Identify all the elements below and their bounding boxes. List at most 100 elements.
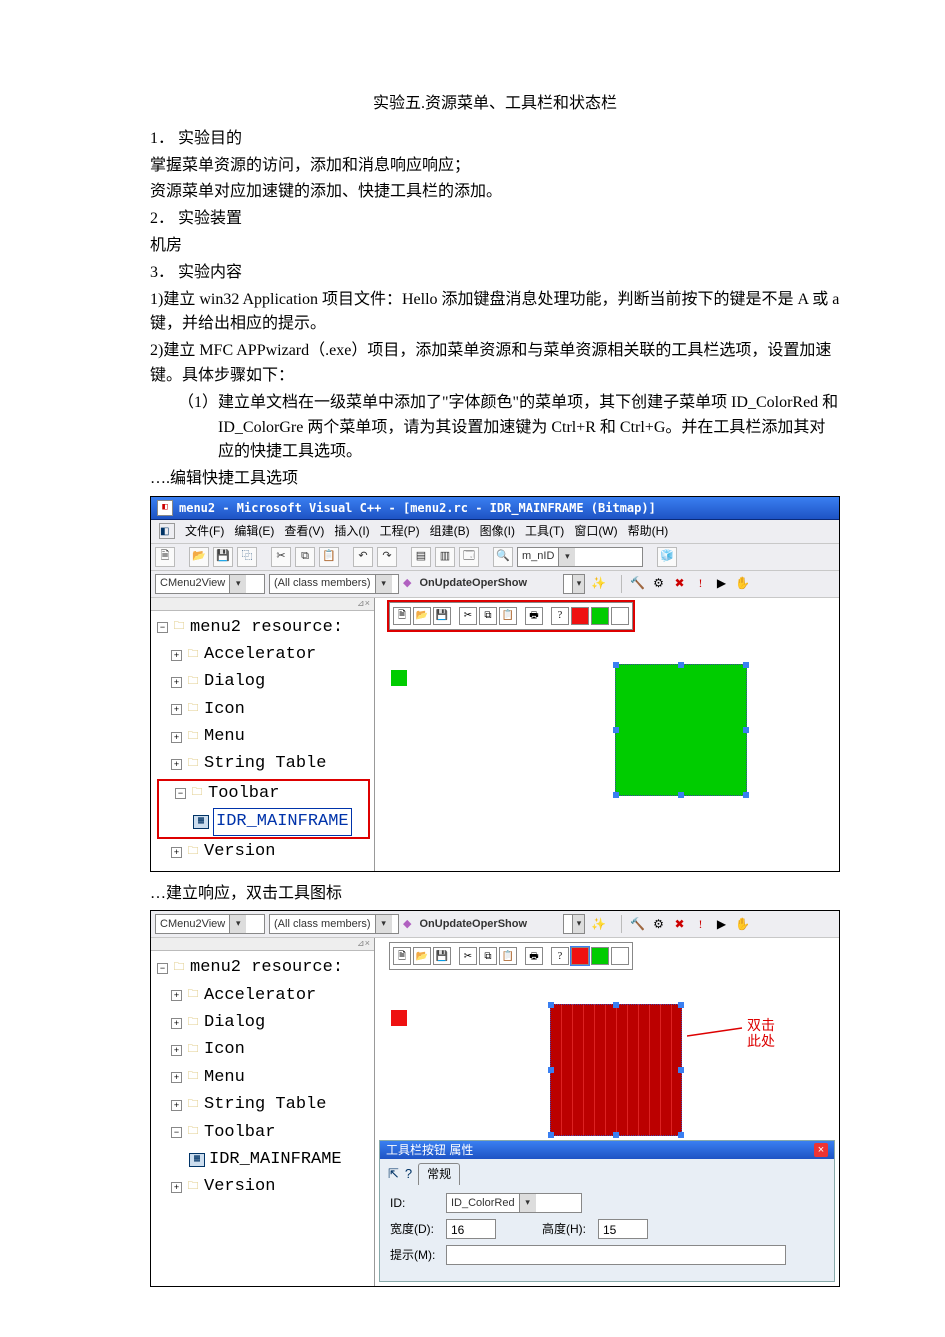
tree-root[interactable]: menu2 resource: bbox=[190, 955, 343, 981]
open-icon[interactable]: 📂 bbox=[413, 947, 431, 965]
build-icon[interactable]: 🔨 bbox=[628, 575, 646, 593]
tree-item[interactable]: String Table bbox=[204, 751, 326, 777]
paste-icon[interactable]: 📋 bbox=[319, 547, 339, 567]
menu-item[interactable]: 插入(I) bbox=[334, 522, 369, 541]
chevron-down-icon[interactable]: ▾ bbox=[229, 915, 246, 933]
execute-icon[interactable]: ! bbox=[691, 575, 709, 593]
resource-tree[interactable]: ⊿× −🗀menu2 resource: +🗀Accelerator +🗀Dia… bbox=[151, 938, 375, 1286]
about-icon[interactable]: ? bbox=[551, 947, 569, 965]
tree-item[interactable]: Icon bbox=[204, 697, 245, 723]
pin-icon[interactable]: ⇱ bbox=[388, 1164, 399, 1184]
go-icon[interactable]: ▶ bbox=[712, 575, 730, 593]
plus-icon[interactable]: + bbox=[171, 1018, 182, 1029]
new-icon[interactable]: 🗎 bbox=[155, 547, 175, 567]
close-icon[interactable]: × bbox=[365, 598, 370, 610]
copy-icon[interactable]: ⧉ bbox=[295, 547, 315, 567]
breakpoint-icon[interactable]: ✋ bbox=[733, 915, 751, 933]
save-icon[interactable]: 💾 bbox=[213, 547, 233, 567]
tree-item[interactable]: Menu bbox=[204, 1065, 245, 1091]
menu-item[interactable]: 编辑(E) bbox=[234, 522, 274, 541]
help-icon[interactable]: ? bbox=[405, 1164, 412, 1184]
filter-combo[interactable]: (All class members) ▾ bbox=[269, 574, 399, 594]
pane-tabs[interactable]: ⊿× bbox=[151, 598, 374, 611]
compile-icon[interactable]: ⚙ bbox=[649, 915, 667, 933]
tree-root[interactable]: menu2 resource: bbox=[190, 615, 343, 641]
tree-item[interactable]: Dialog bbox=[204, 1010, 265, 1036]
chevron-down-icon[interactable]: ▾ bbox=[558, 548, 575, 566]
cut-icon[interactable]: ✂ bbox=[459, 607, 477, 625]
plus-icon[interactable]: + bbox=[171, 1100, 182, 1111]
plus-icon[interactable]: + bbox=[171, 1045, 182, 1056]
member-combo[interactable]: OnUpdateOperShow bbox=[415, 915, 559, 933]
execute-icon[interactable]: ! bbox=[691, 915, 709, 933]
plus-icon[interactable]: + bbox=[171, 650, 182, 661]
plus-icon[interactable]: + bbox=[171, 704, 182, 715]
cut-icon[interactable]: ✂ bbox=[459, 947, 477, 965]
about-icon[interactable]: ? bbox=[551, 607, 569, 625]
swatch-red-large[interactable] bbox=[550, 1004, 682, 1136]
find-combo[interactable]: m_nID ▾ bbox=[517, 547, 643, 567]
chevron-down-icon[interactable]: ▾ bbox=[229, 575, 246, 593]
minus-icon[interactable]: − bbox=[171, 1127, 182, 1138]
prop-height-input[interactable]: 15 bbox=[598, 1219, 648, 1239]
minus-icon[interactable]: − bbox=[157, 622, 168, 633]
chevron-down-icon[interactable]: ▾ bbox=[375, 575, 392, 593]
prop-id-combo[interactable]: ID_ColorRed ▾ bbox=[446, 1193, 582, 1213]
pane-tabs[interactable]: ⊿× bbox=[151, 938, 374, 951]
plus-icon[interactable]: + bbox=[171, 732, 182, 743]
save-icon[interactable]: 💾 bbox=[433, 947, 451, 965]
close-icon[interactable]: × bbox=[365, 938, 370, 950]
wand-icon[interactable]: ✨ bbox=[589, 575, 607, 593]
chevron-down-icon[interactable]: ▾ bbox=[572, 915, 584, 933]
menu-item[interactable]: 工具(T) bbox=[525, 522, 564, 541]
tree-item[interactable]: Toolbar bbox=[204, 1120, 275, 1146]
dock-icon[interactable]: ⊿ bbox=[357, 938, 365, 950]
tab-general[interactable]: 常规 bbox=[418, 1163, 460, 1185]
paste-icon[interactable]: 📋 bbox=[499, 607, 517, 625]
tree-item[interactable]: Toolbar bbox=[208, 781, 279, 807]
close-icon[interactable]: × bbox=[814, 1143, 828, 1157]
tree-item[interactable]: Accelerator bbox=[204, 642, 316, 668]
open-icon[interactable]: 📂 bbox=[189, 547, 209, 567]
plus-icon[interactable]: + bbox=[171, 1182, 182, 1193]
copy-icon[interactable]: ⧉ bbox=[479, 607, 497, 625]
output-icon[interactable]: ▥ bbox=[435, 547, 455, 567]
minus-icon[interactable]: − bbox=[175, 788, 186, 799]
color-green-icon[interactable] bbox=[591, 607, 609, 625]
menu-item[interactable]: 图像(I) bbox=[480, 522, 515, 541]
menu-item[interactable]: 查看(V) bbox=[284, 522, 324, 541]
menu-item[interactable]: 窗口(W) bbox=[574, 522, 617, 541]
tree-item[interactable]: String Table bbox=[204, 1092, 326, 1118]
plus-icon[interactable]: + bbox=[171, 677, 182, 688]
window-list-icon[interactable]: 🗔 bbox=[459, 547, 479, 567]
blank-tool-icon[interactable] bbox=[611, 607, 629, 625]
undo-icon[interactable]: ↶ bbox=[353, 547, 373, 567]
color-green-icon[interactable] bbox=[591, 947, 609, 965]
dock-icon[interactable]: ⊿ bbox=[357, 598, 365, 610]
member-combo[interactable]: OnUpdateOperShow bbox=[415, 575, 559, 593]
plus-icon[interactable]: + bbox=[171, 1072, 182, 1083]
bitmap-canvas[interactable]: 双击 此处 bbox=[375, 970, 839, 1140]
resource-tree[interactable]: ⊿× −🗀menu2 resource: +🗀Accelerator +🗀Dia… bbox=[151, 598, 375, 871]
color-red-icon[interactable] bbox=[571, 607, 589, 625]
menu-item[interactable]: 工程(P) bbox=[380, 522, 420, 541]
redo-icon[interactable]: ↷ bbox=[377, 547, 397, 567]
plus-icon[interactable]: + bbox=[171, 759, 182, 770]
plus-icon[interactable]: + bbox=[171, 847, 182, 858]
menu-item[interactable]: 文件(F) bbox=[185, 522, 224, 541]
menu-item[interactable]: 组建(B) bbox=[430, 522, 470, 541]
prop-tip-input[interactable] bbox=[446, 1245, 786, 1265]
build-icon[interactable]: 🔨 bbox=[628, 915, 646, 933]
print-icon[interactable]: 🖶 bbox=[525, 947, 543, 965]
compile-icon[interactable]: ⚙ bbox=[649, 575, 667, 593]
menu-item[interactable]: 帮助(H) bbox=[628, 522, 669, 541]
class-combo[interactable]: CMenu2View ▾ bbox=[155, 574, 265, 594]
breakpoint-icon[interactable]: ✋ bbox=[733, 575, 751, 593]
tree-item[interactable]: Dialog bbox=[204, 669, 265, 695]
mdi-sys-icon[interactable]: ◧ bbox=[159, 523, 175, 539]
tree-item[interactable]: Menu bbox=[204, 724, 245, 750]
chevron-down-icon[interactable]: ▾ bbox=[519, 1194, 536, 1212]
tree-item[interactable]: Accelerator bbox=[204, 983, 316, 1009]
new-icon[interactable]: 🗎 bbox=[393, 947, 411, 965]
prop-width-input[interactable]: 16 bbox=[446, 1219, 496, 1239]
